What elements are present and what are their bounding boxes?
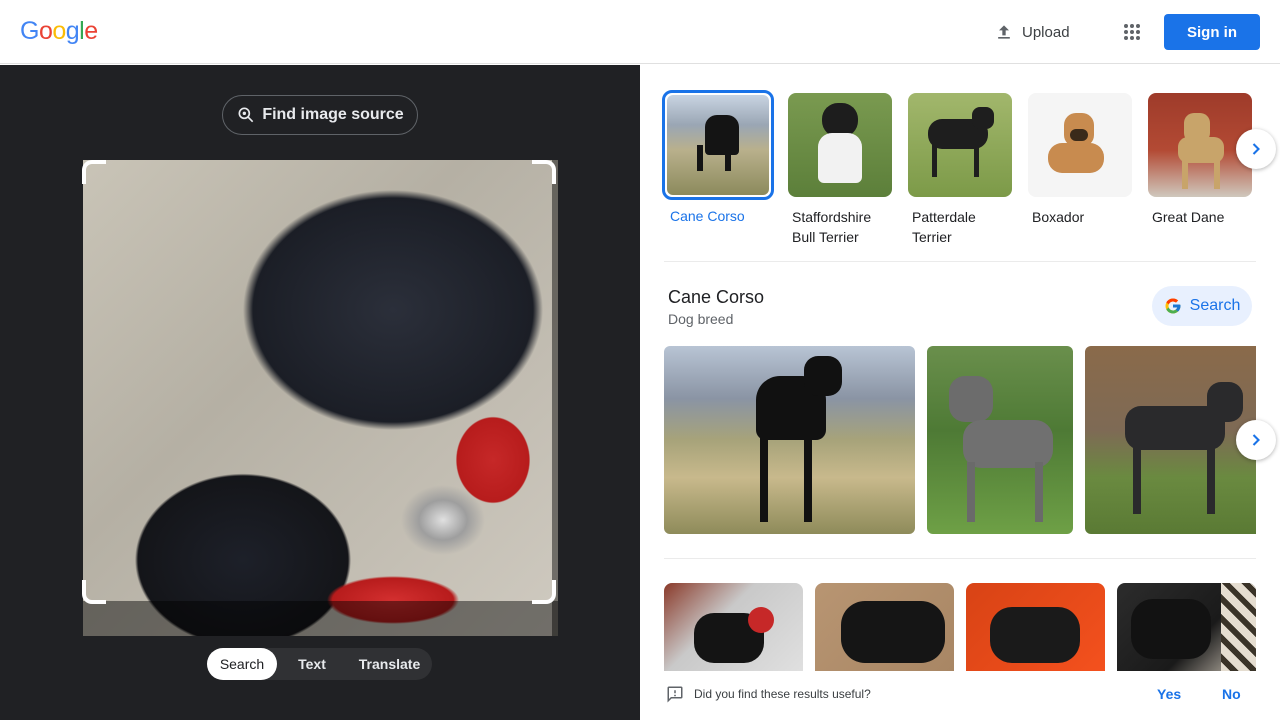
- breed-thumbnail: [1028, 93, 1132, 197]
- feedback-question: Did you find these results useful?: [694, 687, 871, 701]
- breed-carousel: Cane Corso Staffordshire Bull Terrier Pa…: [662, 90, 1276, 253]
- feedback-yes-button[interactable]: Yes: [1157, 686, 1181, 702]
- similar-image[interactable]: [1117, 583, 1256, 673]
- section-divider: [664, 558, 1256, 559]
- logo-letter: o: [38, 17, 53, 45]
- logo-letter: G: [20, 17, 39, 45]
- logo-letter: g: [65, 17, 80, 45]
- breed-chip-boxador[interactable]: Boxador: [1028, 93, 1132, 227]
- knowledge-subtitle: Dog breed: [668, 311, 734, 327]
- breed-chip-cane-corso[interactable]: Cane Corso: [662, 90, 774, 226]
- gallery-image[interactable]: [664, 346, 915, 534]
- gallery-image[interactable]: [927, 346, 1073, 534]
- top-bar: Google Upload Sign in: [0, 0, 1280, 64]
- crop-handle-top-right[interactable]: [532, 160, 556, 184]
- lens-mode-tabs: Search Text Translate: [207, 648, 432, 680]
- gallery-next-button[interactable]: [1236, 420, 1276, 460]
- knowledge-title: Cane Corso: [668, 287, 765, 307]
- breed-label: Great Dane: [1152, 209, 1225, 225]
- tab-translate[interactable]: Translate: [347, 648, 432, 680]
- upload-label: Upload: [1022, 23, 1070, 41]
- upload-button[interactable]: Upload: [984, 16, 1080, 48]
- results-pane: Cane Corso Staffordshire Bull Terrier Pa…: [640, 65, 1280, 720]
- breed-chip-great-dane[interactable]: Great Dane: [1148, 93, 1252, 227]
- chevron-right-icon: [1252, 143, 1260, 155]
- breed-label: Patterdale Terrier: [912, 209, 976, 245]
- crop-handle-bottom-left[interactable]: [82, 580, 106, 604]
- find-image-source-label: Find image source: [262, 106, 404, 123]
- similar-image[interactable]: [966, 583, 1105, 673]
- tab-search[interactable]: Search: [207, 648, 277, 680]
- similar-image[interactable]: [815, 583, 954, 673]
- knowledge-search-button[interactable]: Search: [1152, 286, 1252, 326]
- find-image-source-button[interactable]: Find image source: [222, 95, 418, 135]
- breed-chip-staffordshire[interactable]: Staffordshire Bull Terrier: [788, 93, 892, 247]
- breed-thumbnail: [788, 93, 892, 197]
- lens-search-icon: [238, 107, 254, 123]
- dog-photo: [83, 160, 558, 636]
- uploaded-image[interactable]: [83, 160, 558, 636]
- breed-label: Boxador: [1032, 209, 1085, 225]
- crop-dim-overlay: [83, 601, 558, 636]
- upload-icon: [998, 25, 1010, 39]
- crop-handle-bottom-right[interactable]: [532, 580, 556, 604]
- google-g-icon: [1165, 298, 1181, 314]
- gallery-image[interactable]: [1085, 346, 1256, 534]
- similar-image[interactable]: [664, 583, 803, 673]
- tab-text[interactable]: Text: [277, 648, 347, 680]
- chevron-right-icon: [1252, 434, 1260, 446]
- feedback-bar: Did you find these results useful? Yes N…: [640, 671, 1280, 720]
- logo-letter: o: [52, 17, 66, 45]
- breed-carousel-next-button[interactable]: [1236, 129, 1276, 169]
- breed-thumbnail: [908, 93, 1012, 197]
- breed-thumbnail: [662, 90, 774, 200]
- apps-grid-icon[interactable]: [1116, 16, 1148, 48]
- feedback-no-button[interactable]: No: [1222, 686, 1241, 702]
- feedback-icon: [667, 686, 683, 703]
- breed-label: Cane Corso: [670, 208, 745, 224]
- google-logo[interactable]: Google: [20, 17, 98, 46]
- breed-chip-patterdale[interactable]: Patterdale Terrier: [908, 93, 1012, 247]
- knowledge-search-label: Search: [1189, 297, 1241, 314]
- section-divider: [664, 261, 1256, 262]
- crop-dim-overlay-right: [552, 160, 558, 636]
- breed-label: Staffordshire Bull Terrier: [792, 209, 872, 245]
- logo-letter: e: [84, 17, 98, 45]
- crop-handle-top-left[interactable]: [82, 160, 106, 184]
- sign-in-button[interactable]: Sign in: [1164, 14, 1260, 50]
